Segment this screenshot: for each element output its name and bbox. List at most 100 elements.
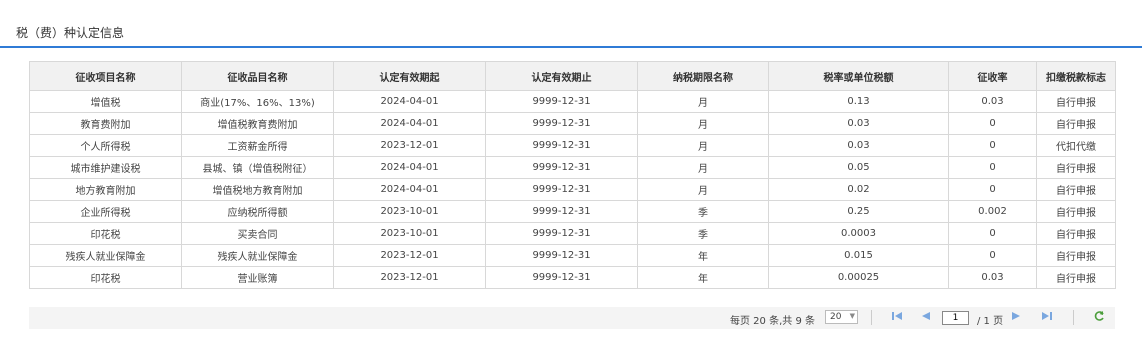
pagination-summary: 每页 20 条,共 9 条 — [730, 316, 815, 327]
page-title: 税（费）种认定信息 — [16, 26, 125, 40]
cell-tax-rate: 0.015 — [768, 244, 949, 267]
cell-tax-period: 月 — [637, 178, 769, 201]
cell-levy-subitem: 县城、镇（增值税附征） — [181, 156, 334, 179]
cell-valid-to: 9999-12-31 — [485, 134, 638, 157]
cell-tax-rate: 0.03 — [768, 112, 949, 135]
cell-tax-period: 月 — [637, 112, 769, 135]
cell-tax-rate: 0.02 — [768, 178, 949, 201]
table-row[interactable]: 城市维护建设税 县城、镇（增值税附征） 2024-04-01 9999-12-3… — [29, 156, 1116, 179]
cell-levy-subitem: 增值税地方教育附加 — [181, 178, 334, 201]
cell-valid-from: 2023-10-01 — [333, 222, 486, 245]
cell-levy-item: 个人所得税 — [29, 134, 182, 157]
cell-tax-period: 季 — [637, 222, 769, 245]
table-row[interactable]: 个人所得税 工资薪金所得 2023-12-01 9999-12-31 月 0.0… — [29, 134, 1116, 157]
cell-levy-item: 增值税 — [29, 90, 182, 113]
cell-tax-period: 季 — [637, 200, 769, 223]
pagination-bar: 每页 20 条,共 9 条 20 ▼ / 1 页 — [29, 307, 1115, 329]
cell-withholding-flag: 自行申报 — [1036, 266, 1116, 289]
table-row[interactable]: 残疾人就业保障金 残疾人就业保障金 2023-12-01 9999-12-31 … — [29, 244, 1116, 267]
cell-tax-rate: 0.03 — [768, 134, 949, 157]
cell-valid-from: 2023-12-01 — [333, 244, 486, 267]
cell-levy-rate: 0 — [948, 244, 1037, 267]
cell-tax-period: 月 — [637, 134, 769, 157]
cell-valid-to: 9999-12-31 — [485, 222, 638, 245]
total-pages-label: / 1 页 — [977, 316, 1004, 327]
tax-type-table-container: 征收项目名称 征收品目名称 认定有效期起 认定有效期止 纳税期限名称 税率或单位… — [29, 61, 1116, 289]
cell-valid-from: 2024-04-01 — [333, 112, 486, 135]
cell-levy-item: 印花税 — [29, 222, 182, 245]
cell-levy-item: 教育费附加 — [29, 112, 182, 135]
last-page-icon[interactable] — [1041, 311, 1053, 324]
cell-valid-from: 2023-12-01 — [333, 134, 486, 157]
cell-levy-rate: 0.03 — [948, 90, 1037, 113]
cell-levy-item: 地方教育附加 — [29, 178, 182, 201]
cell-tax-rate: 0.13 — [768, 90, 949, 113]
chevron-down-icon: ▼ — [849, 312, 855, 320]
cell-levy-rate: 0.03 — [948, 266, 1037, 289]
col-header-tax-period: 纳税期限名称 — [637, 61, 769, 91]
cell-valid-from: 2024-04-01 — [333, 178, 486, 201]
cell-levy-rate: 0 — [948, 134, 1037, 157]
col-header-levy-subitem: 征收品目名称 — [181, 61, 334, 91]
current-page-input[interactable] — [942, 311, 969, 325]
cell-withholding-flag: 自行申报 — [1036, 156, 1116, 179]
cell-levy-subitem: 买卖合同 — [181, 222, 334, 245]
cell-valid-to: 9999-12-31 — [485, 200, 638, 223]
cell-tax-period: 月 — [637, 156, 769, 179]
cell-valid-from: 2024-04-01 — [333, 156, 486, 179]
cell-levy-rate: 0 — [948, 222, 1037, 245]
cell-levy-subitem: 残疾人就业保障金 — [181, 244, 334, 267]
cell-levy-item: 企业所得税 — [29, 200, 182, 223]
table-header-row: 征收项目名称 征收品目名称 认定有效期起 认定有效期止 纳税期限名称 税率或单位… — [29, 61, 1116, 91]
cell-levy-rate: 0 — [948, 156, 1037, 179]
col-header-valid-to: 认定有效期止 — [485, 61, 638, 91]
cell-levy-rate: 0 — [948, 112, 1037, 135]
col-header-levy-item: 征收项目名称 — [29, 61, 182, 91]
prev-page-icon[interactable] — [921, 311, 931, 324]
cell-tax-period: 年 — [637, 244, 769, 267]
cell-tax-rate: 0.0003 — [768, 222, 949, 245]
cell-withholding-flag: 自行申报 — [1036, 90, 1116, 113]
cell-levy-item: 城市维护建设税 — [29, 156, 182, 179]
cell-valid-to: 9999-12-31 — [485, 178, 638, 201]
cell-withholding-flag: 自行申报 — [1036, 112, 1116, 135]
page-size-value: 20 — [830, 312, 842, 322]
table-row[interactable]: 企业所得税 应纳税所得额 2023-10-01 9999-12-31 季 0.2… — [29, 200, 1116, 223]
cell-withholding-flag: 代扣代缴 — [1036, 134, 1116, 157]
cell-valid-to: 9999-12-31 — [485, 266, 638, 289]
first-page-icon[interactable] — [891, 311, 903, 324]
cell-valid-to: 9999-12-31 — [485, 244, 638, 267]
page-size-select[interactable]: 20 ▼ — [825, 310, 858, 324]
table-row[interactable]: 地方教育附加 增值税地方教育附加 2024-04-01 9999-12-31 月… — [29, 178, 1116, 201]
table-row[interactable]: 印花税 营业账簿 2023-12-01 9999-12-31 年 0.00025… — [29, 266, 1116, 289]
cell-tax-rate: 0.00025 — [768, 266, 949, 289]
table-row[interactable]: 印花税 买卖合同 2023-10-01 9999-12-31 季 0.0003 … — [29, 222, 1116, 245]
cell-withholding-flag: 自行申报 — [1036, 244, 1116, 267]
col-header-valid-from: 认定有效期起 — [333, 61, 486, 91]
cell-withholding-flag: 自行申报 — [1036, 222, 1116, 245]
cell-tax-period: 年 — [637, 266, 769, 289]
col-header-tax-rate: 税率或单位税额 — [768, 61, 949, 91]
cell-valid-to: 9999-12-31 — [485, 90, 638, 113]
col-header-levy-rate: 征收率 — [948, 61, 1037, 91]
cell-withholding-flag: 自行申报 — [1036, 200, 1116, 223]
cell-levy-subitem: 应纳税所得额 — [181, 200, 334, 223]
cell-valid-from: 2023-10-01 — [333, 200, 486, 223]
pager-divider — [871, 310, 872, 325]
tax-type-table: 征收项目名称 征收品目名称 认定有效期起 认定有效期止 纳税期限名称 税率或单位… — [29, 61, 1116, 289]
refresh-icon[interactable] — [1093, 310, 1105, 325]
cell-tax-rate: 0.05 — [768, 156, 949, 179]
cell-withholding-flag: 自行申报 — [1036, 178, 1116, 201]
table-row[interactable]: 教育费附加 增值税教育费附加 2024-04-01 9999-12-31 月 0… — [29, 112, 1116, 135]
cell-valid-from: 2024-04-01 — [333, 90, 486, 113]
cell-tax-rate: 0.25 — [768, 200, 949, 223]
cell-levy-rate: 0.002 — [948, 200, 1037, 223]
cell-levy-item: 残疾人就业保障金 — [29, 244, 182, 267]
cell-valid-from: 2023-12-01 — [333, 266, 486, 289]
table-row[interactable]: 增值税 商业(17%、16%、13%) 2024-04-01 9999-12-3… — [29, 90, 1116, 113]
page-header: 税（费）种认定信息 — [0, 0, 1142, 48]
cell-valid-to: 9999-12-31 — [485, 112, 638, 135]
cell-levy-subitem: 工资薪金所得 — [181, 134, 334, 157]
cell-levy-subitem: 营业账簿 — [181, 266, 334, 289]
next-page-icon[interactable] — [1011, 311, 1021, 324]
